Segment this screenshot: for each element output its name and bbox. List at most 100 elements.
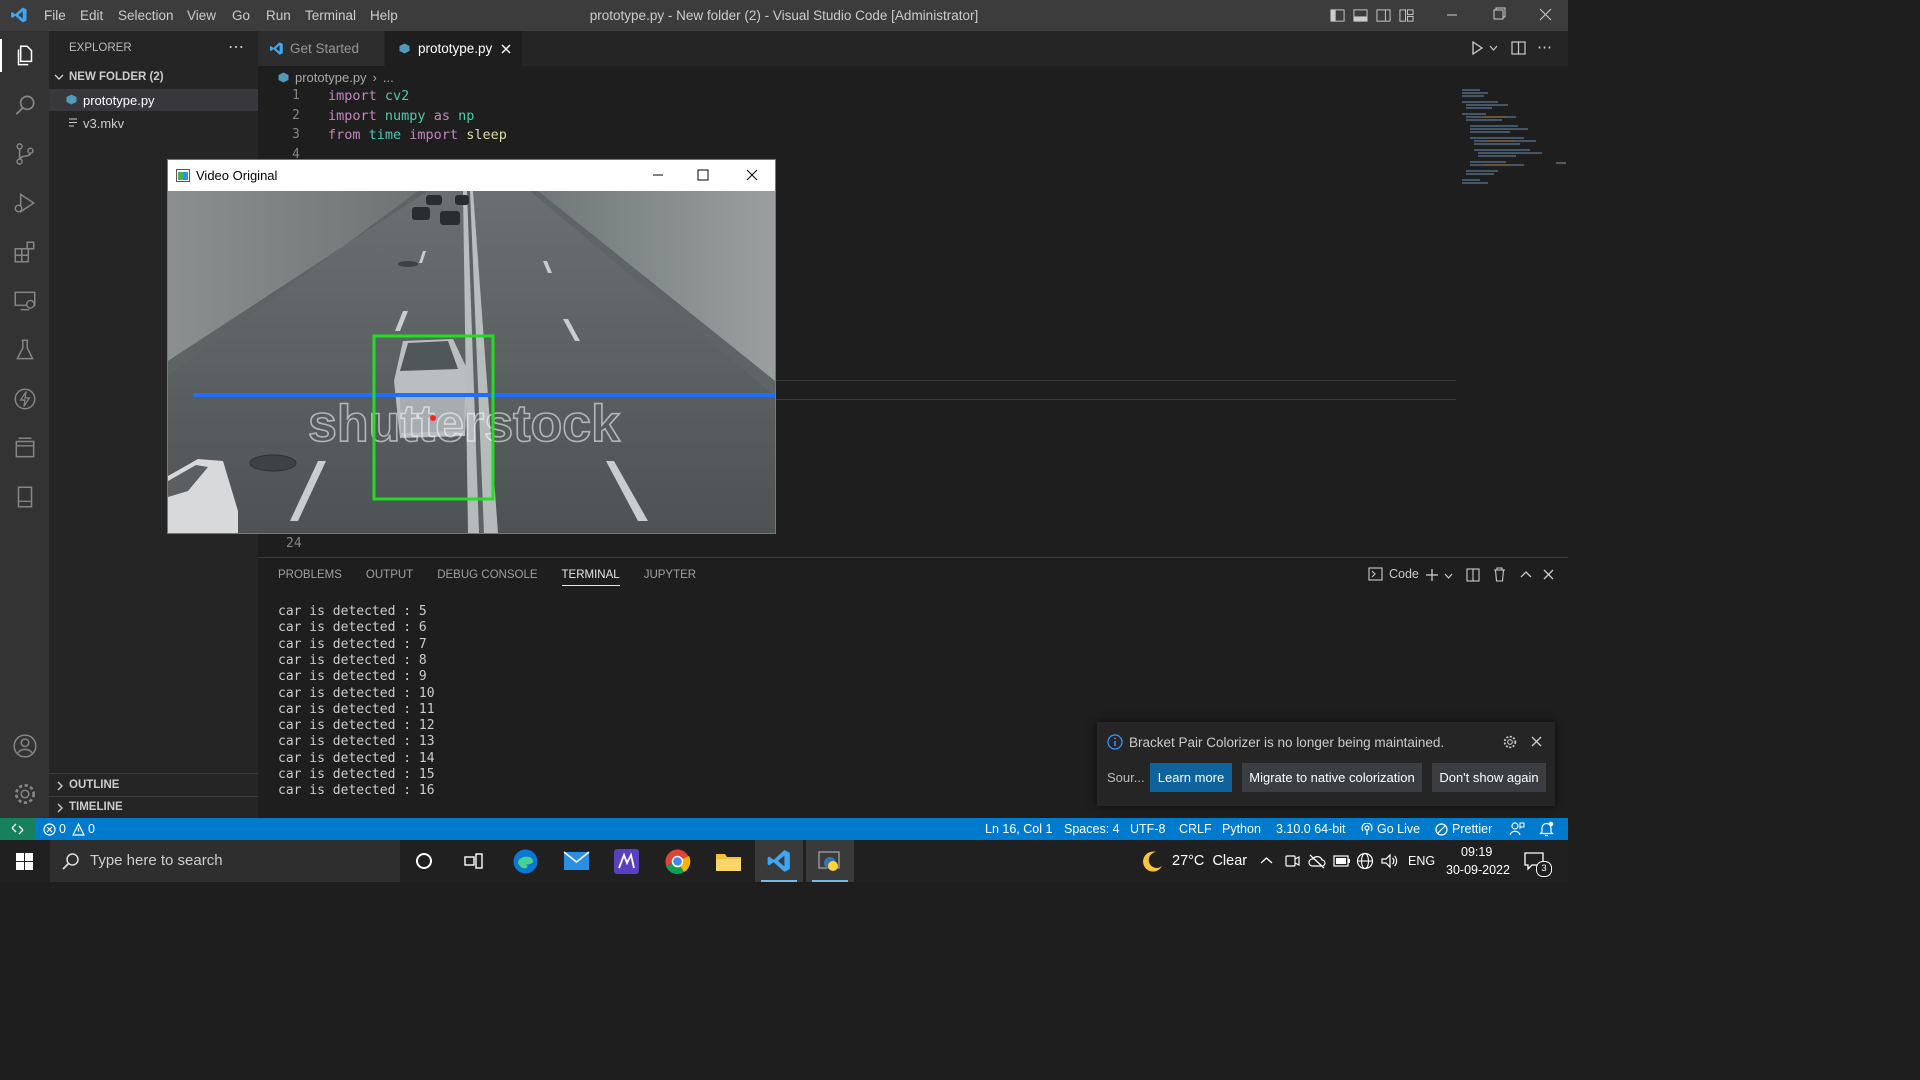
menu-run[interactable]: Run xyxy=(266,8,291,23)
notebook-icon[interactable] xyxy=(8,480,41,513)
clock-date[interactable]: 30-09-2022 xyxy=(1446,863,1510,877)
panels-icon[interactable] xyxy=(8,431,41,464)
run-debug-icon[interactable] xyxy=(8,186,41,219)
tab-prototype[interactable]: prototype.py xyxy=(385,31,522,66)
panel-tab-output[interactable]: OUTPUT xyxy=(366,569,413,586)
chevron-up-icon[interactable] xyxy=(1260,856,1273,865)
windows-start-icon[interactable] xyxy=(16,853,33,870)
chrome-icon[interactable] xyxy=(664,848,691,875)
menu-help[interactable]: Help xyxy=(370,8,398,23)
explorer-icon[interactable] xyxy=(8,39,41,72)
lightning-icon[interactable] xyxy=(8,382,41,415)
prettier-button[interactable]: Prettier xyxy=(1435,822,1492,836)
file-item-prototype[interactable]: prototype.py xyxy=(49,89,258,111)
taskbar-search-box[interactable]: Type here to search xyxy=(50,840,400,882)
menu-file[interactable]: File xyxy=(44,8,66,23)
close-notification-icon[interactable] xyxy=(1531,736,1542,747)
input-language[interactable]: ENG xyxy=(1408,854,1435,868)
taskbar-python[interactable] xyxy=(806,840,854,882)
encoding[interactable]: UTF-8 xyxy=(1130,822,1165,836)
minimize-icon[interactable] xyxy=(1446,6,1458,27)
run-file-icon[interactable] xyxy=(1470,41,1484,55)
weather-text[interactable]: 27°C Clear xyxy=(1172,853,1247,869)
go-live-button[interactable]: Go Live xyxy=(1361,822,1420,836)
close-window-icon[interactable] xyxy=(746,169,758,181)
pen-app-icon[interactable] xyxy=(614,849,639,874)
python-interpreter[interactable]: 3.10.0 64-bit xyxy=(1276,822,1346,836)
volume-icon[interactable] xyxy=(1381,853,1399,869)
clock-time[interactable]: 09:19 xyxy=(1461,845,1492,859)
problems-indicator[interactable]: 0 0 xyxy=(43,822,95,836)
terminal-output[interactable]: car is detected : 5 car is detected : 6 ca… xyxy=(258,604,1058,814)
split-editor-icon[interactable] xyxy=(1511,41,1526,55)
menu-selection[interactable]: Selection xyxy=(118,8,174,23)
settings-gear-icon[interactable] xyxy=(8,777,41,810)
source-control-icon[interactable] xyxy=(8,137,41,170)
terminal-selector[interactable]: Code xyxy=(1368,567,1419,581)
restore-icon[interactable] xyxy=(1493,6,1507,27)
close-window-icon[interactable] xyxy=(1539,6,1553,27)
menu-edit[interactable]: Edit xyxy=(80,8,103,23)
chevron-down-icon[interactable] xyxy=(1444,572,1453,580)
remote-indicator[interactable] xyxy=(0,818,35,840)
minimize-icon[interactable] xyxy=(652,170,664,180)
close-tab-icon[interactable] xyxy=(501,44,511,54)
minimap[interactable] xyxy=(1458,86,1554,206)
customize-layout-icon[interactable] xyxy=(1399,8,1414,23)
more-actions-icon[interactable]: ⋯ xyxy=(1537,38,1552,56)
more-actions-icon[interactable]: ⋯ xyxy=(228,37,245,57)
feedback-icon[interactable] xyxy=(1509,821,1525,837)
migrate-button[interactable]: Migrate to native colorization xyxy=(1242,763,1422,792)
file-item-v3mkv[interactable]: v3.mkv xyxy=(49,112,258,134)
mail-icon[interactable] xyxy=(563,850,590,872)
cursor-position[interactable]: Ln 16, Col 1 xyxy=(985,822,1052,836)
cloud-offline-icon[interactable] xyxy=(1308,853,1326,869)
close-panel-icon[interactable] xyxy=(1543,569,1554,580)
chevron-down-icon[interactable] xyxy=(1489,44,1498,52)
menu-view[interactable]: View xyxy=(187,8,216,23)
panel-tab-debug-console[interactable]: DEBUG CONSOLE xyxy=(437,569,537,586)
split-terminal-icon[interactable] xyxy=(1466,568,1480,582)
taskbar-vscode[interactable] xyxy=(755,840,803,882)
tab-get-started[interactable]: Get Started xyxy=(258,31,384,66)
outline-section[interactable]: OUTLINE xyxy=(49,776,258,796)
edge-browser-icon[interactable] xyxy=(512,848,539,875)
remote-explorer-icon[interactable] xyxy=(8,284,41,317)
file-explorer-icon[interactable] xyxy=(715,850,742,872)
breadcrumb-rest[interactable]: ... xyxy=(383,70,394,85)
folder-header[interactable]: NEW FOLDER (2) xyxy=(49,67,258,87)
testing-icon[interactable] xyxy=(8,333,41,366)
toggle-sidebar-icon[interactable] xyxy=(1330,8,1345,23)
extensions-icon[interactable] xyxy=(8,235,41,268)
timeline-section[interactable]: TIMELINE xyxy=(49,798,258,818)
search-icon[interactable] xyxy=(8,88,41,121)
trash-icon[interactable] xyxy=(1493,567,1506,582)
language-mode[interactable]: Python xyxy=(1222,822,1261,836)
bell-dot-icon[interactable] xyxy=(1539,821,1554,837)
indentation[interactable]: Spaces: 4 xyxy=(1064,822,1120,836)
line-ending[interactable]: CRLF xyxy=(1179,822,1212,836)
gear-icon[interactable] xyxy=(1502,734,1518,750)
cortana-icon[interactable] xyxy=(415,852,433,870)
panel-tab-jupyter[interactable]: JUPYTER xyxy=(644,569,696,586)
menu-terminal[interactable]: Terminal xyxy=(305,8,356,23)
video-titlebar[interactable]: Video Original xyxy=(168,160,775,191)
learn-more-button[interactable]: Learn more xyxy=(1150,763,1232,792)
accounts-icon[interactable] xyxy=(8,729,41,762)
new-terminal-icon[interactable] xyxy=(1425,568,1439,582)
editor-scrollbar[interactable] xyxy=(1554,66,1568,556)
battery-icon[interactable] xyxy=(1333,855,1351,867)
panel-tab-problems[interactable]: PROBLEMS xyxy=(278,569,342,586)
network-globe-icon[interactable] xyxy=(1356,852,1374,870)
chevron-up-icon[interactable] xyxy=(1520,570,1532,579)
action-center-button[interactable]: 3 xyxy=(1524,851,1552,877)
maximize-icon[interactable] xyxy=(697,169,709,181)
dont-show-again-button[interactable]: Don't show again xyxy=(1432,763,1546,792)
toggle-secondary-sidebar-icon[interactable] xyxy=(1376,8,1391,23)
toggle-panel-icon[interactable] xyxy=(1353,8,1368,23)
panel-tab-terminal[interactable]: TERMINAL xyxy=(561,569,620,586)
meet-now-icon[interactable] xyxy=(1284,853,1300,869)
task-view-icon[interactable] xyxy=(464,852,484,870)
menu-go[interactable]: Go xyxy=(232,8,250,23)
breadcrumb-file[interactable]: prototype.py xyxy=(295,70,367,85)
